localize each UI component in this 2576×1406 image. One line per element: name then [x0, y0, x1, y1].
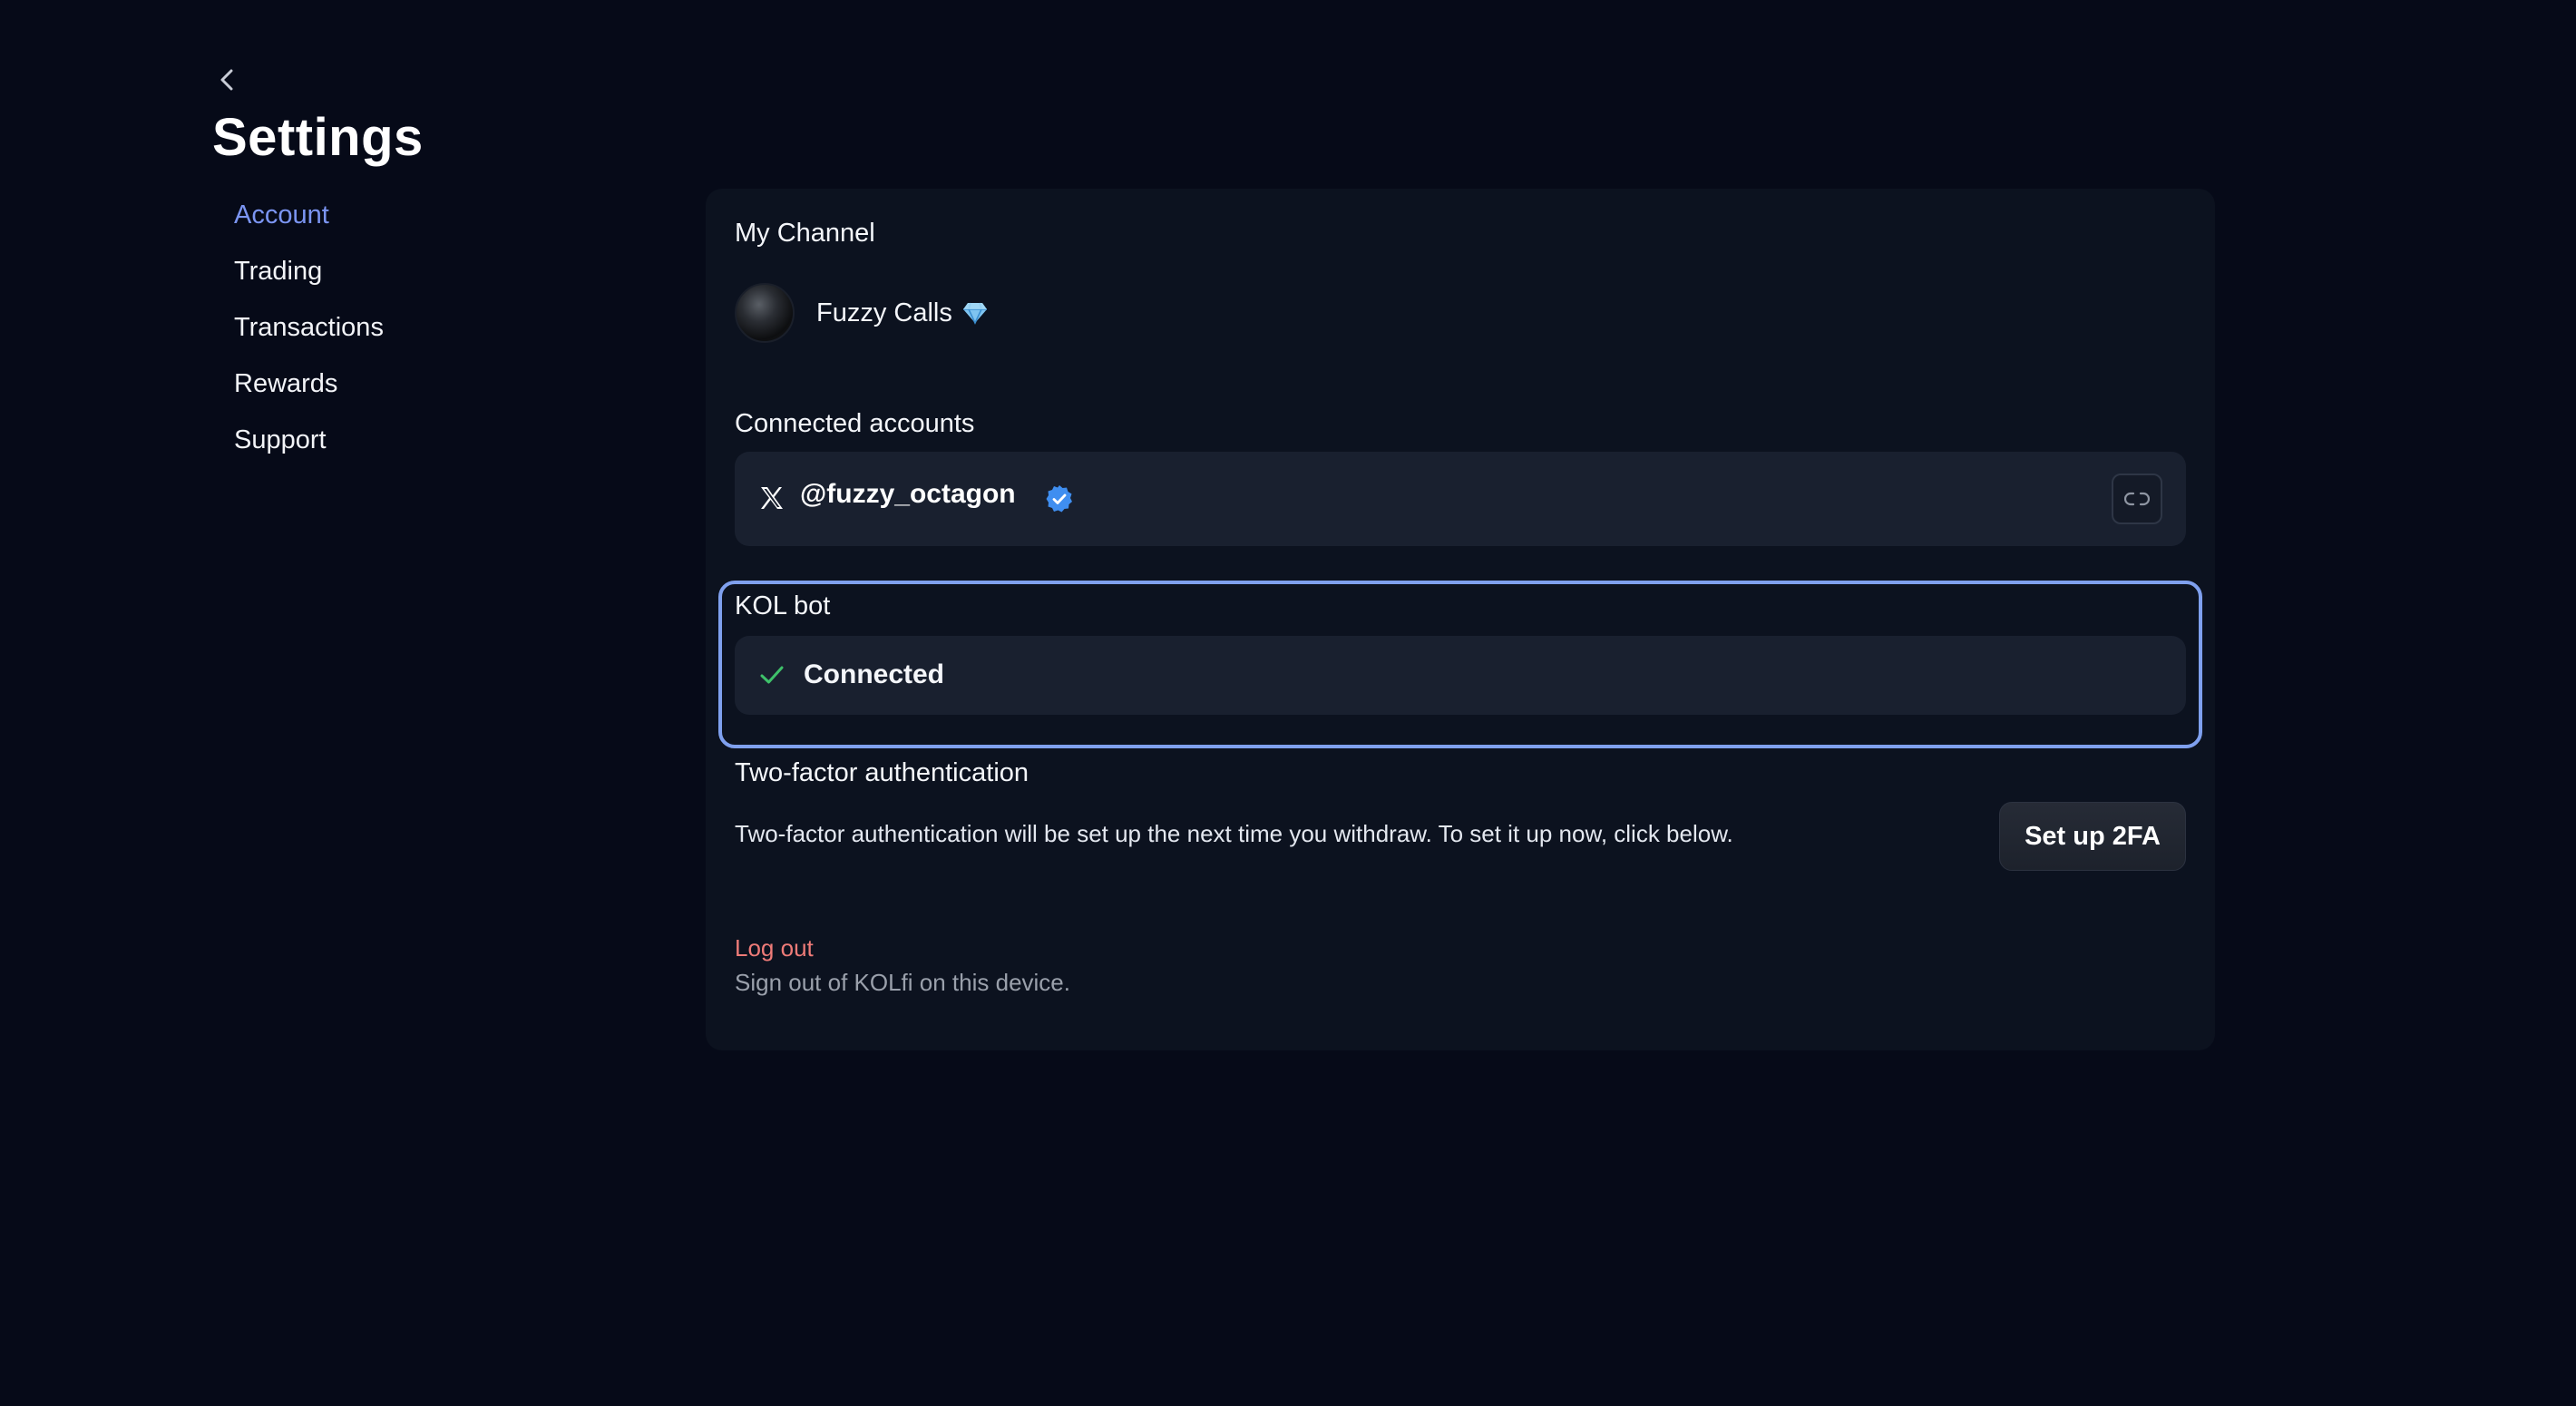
- link-icon: [2124, 492, 2150, 506]
- back-button[interactable]: [207, 62, 247, 98]
- two-factor-description: Two-factor authentication will be set up…: [735, 820, 1733, 847]
- my-channel-heading: My Channel: [735, 219, 875, 248]
- chevron-left-icon: [220, 69, 233, 91]
- gem-icon: [961, 301, 989, 325]
- verified-badge-icon: [1046, 485, 1072, 513]
- sidebar-item-support[interactable]: Support: [234, 421, 384, 477]
- setup-2fa-button[interactable]: Set up 2FA: [1999, 802, 2186, 871]
- channel-name: Fuzzy Calls: [816, 298, 952, 327]
- x-logo-icon: [761, 487, 783, 509]
- x-handle: @fuzzy_octagon: [800, 479, 1016, 509]
- kol-bot-heading: KOL bot: [735, 591, 831, 620]
- sidebar-item-trading[interactable]: Trading: [234, 252, 384, 308]
- account-settings-card: My Channel Fuzzy Calls Connected account…: [706, 189, 2215, 1050]
- avatar: [735, 283, 795, 343]
- kol-bot-status-row: Connected: [735, 636, 2186, 715]
- connected-accounts-heading: Connected accounts: [735, 409, 975, 438]
- settings-sidebar: Account Trading Transactions Rewards Sup…: [234, 196, 384, 477]
- logout-link[interactable]: Log out: [735, 934, 814, 962]
- check-icon: [760, 666, 784, 684]
- channel-row: Fuzzy Calls: [735, 281, 989, 345]
- sidebar-item-transactions[interactable]: Transactions: [234, 308, 384, 365]
- sidebar-item-account[interactable]: Account: [234, 196, 384, 252]
- logout-description: Sign out of KOLfi on this device.: [735, 969, 1070, 996]
- two-factor-heading: Two-factor authentication: [735, 758, 1029, 787]
- sidebar-item-rewards[interactable]: Rewards: [234, 365, 384, 421]
- kol-bot-status: Connected: [804, 659, 945, 689]
- page-title: Settings: [212, 108, 424, 167]
- settings-page: Settings Account Trading Transactions Re…: [0, 0, 2576, 1406]
- x-account-row: @fuzzy_octagon: [735, 452, 2186, 546]
- unlink-account-button[interactable]: [2112, 474, 2162, 524]
